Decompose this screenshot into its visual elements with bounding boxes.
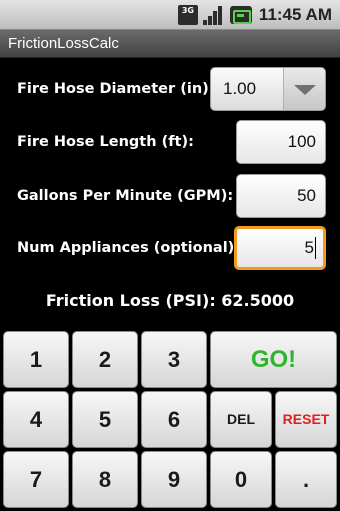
- app-title-bar: FrictionLossCalc: [0, 30, 340, 58]
- reset-button[interactable]: RESET: [275, 391, 337, 448]
- key-2[interactable]: 2: [72, 331, 138, 388]
- signal-icon: [202, 5, 225, 25]
- key-3[interactable]: 3: [141, 331, 207, 388]
- appliances-input[interactable]: 5: [234, 226, 326, 270]
- status-icons: 3G 11:45 AM: [177, 4, 332, 26]
- keypad: 1 2 3 GO! 4 5 6 DEL RESET 7 8 9 0 .: [0, 331, 340, 511]
- gpm-input[interactable]: 50: [236, 174, 326, 218]
- length-label: Fire Hose Length (ft):: [17, 134, 194, 150]
- key-6[interactable]: 6: [141, 391, 207, 448]
- key-decimal[interactable]: .: [275, 451, 337, 508]
- dropdown-arrow-icon[interactable]: [283, 68, 325, 110]
- battery-icon: [229, 6, 252, 24]
- key-0[interactable]: 0: [210, 451, 272, 508]
- appliances-value: 5: [304, 238, 314, 257]
- diameter-row: Fire Hose Diameter (in): 1.00: [0, 67, 340, 111]
- app-title: FrictionLossCalc: [8, 35, 119, 52]
- diameter-value: 1.00: [223, 79, 257, 98]
- status-clock: 11:45 AM: [258, 5, 332, 24]
- key-9[interactable]: 9: [141, 451, 207, 508]
- key-1[interactable]: 1: [3, 331, 69, 388]
- friction-loss-result: Friction Loss (PSI): 62.5000: [45, 291, 295, 310]
- go-button[interactable]: GO!: [210, 331, 337, 388]
- key-5[interactable]: 5: [72, 391, 138, 448]
- appliances-row: Num Appliances (optional): 5: [0, 226, 340, 270]
- status-bar: 3G 11:45 AM: [0, 0, 340, 30]
- delete-button[interactable]: DEL: [210, 391, 272, 448]
- 3g-icon: 3G: [177, 5, 198, 25]
- length-row: Fire Hose Length (ft): 100: [0, 120, 340, 164]
- key-8[interactable]: 8: [72, 451, 138, 508]
- key-4[interactable]: 4: [3, 391, 69, 448]
- diameter-spinner[interactable]: 1.00: [210, 67, 326, 111]
- gpm-row: Gallons Per Minute (GPM): 50: [0, 174, 340, 218]
- gpm-label: Gallons Per Minute (GPM):: [17, 188, 234, 204]
- text-cursor: [315, 236, 316, 259]
- diameter-label: Fire Hose Diameter (in):: [17, 81, 215, 97]
- length-value: 100: [287, 132, 316, 151]
- key-7[interactable]: 7: [3, 451, 69, 508]
- appliances-label: Num Appliances (optional):: [17, 240, 241, 256]
- gpm-value: 50: [297, 186, 316, 205]
- length-input[interactable]: 100: [236, 120, 326, 164]
